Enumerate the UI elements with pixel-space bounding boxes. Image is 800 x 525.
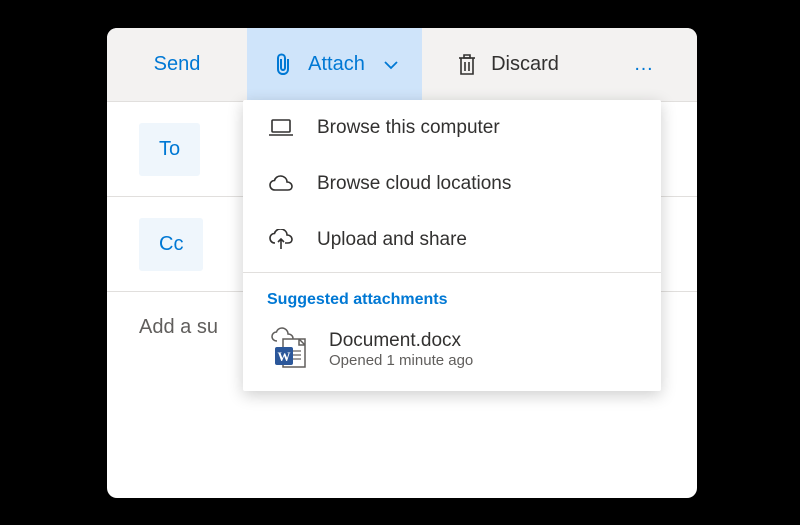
more-label: … (634, 53, 654, 76)
cc-label: Cc (159, 233, 183, 255)
browse-cloud-label: Browse cloud locations (317, 173, 511, 195)
attach-button[interactable]: Attach (247, 28, 422, 101)
compose-panel: Send Attach (107, 28, 697, 498)
word-cloud-file-icon: W (267, 327, 311, 371)
upload-share-item[interactable]: Upload and share (243, 212, 661, 268)
browse-computer-label: Browse this computer (317, 117, 500, 139)
cloud-icon (267, 170, 295, 198)
cc-button[interactable]: Cc (139, 218, 203, 271)
dropdown-divider (243, 272, 661, 273)
suggested-file-meta: Opened 1 minute ago (329, 352, 473, 369)
more-button[interactable]: … (590, 28, 697, 101)
cloud-upload-icon (267, 226, 295, 254)
trash-icon (453, 51, 481, 79)
suggested-text: Document.docx Opened 1 minute ago (329, 330, 473, 369)
suggested-file-name: Document.docx (329, 330, 473, 352)
chevron-down-icon (383, 53, 399, 76)
compose-toolbar: Send Attach (107, 28, 697, 102)
suggested-section-label: Suggested attachments (243, 277, 661, 319)
browse-computer-item[interactable]: Browse this computer (243, 100, 661, 156)
send-label: Send (154, 53, 201, 76)
discard-button[interactable]: Discard (422, 28, 590, 101)
browse-cloud-item[interactable]: Browse cloud locations (243, 156, 661, 212)
discard-label: Discard (491, 53, 559, 76)
to-button[interactable]: To (139, 123, 200, 176)
to-label: To (159, 138, 180, 160)
suggested-attachment-item[interactable]: W Document.docx Opened 1 minute ago (243, 319, 661, 391)
upload-share-label: Upload and share (317, 229, 467, 251)
laptop-icon (267, 114, 295, 142)
attach-label: Attach (308, 53, 365, 76)
attach-dropdown: Browse this computer Browse cloud locati… (243, 100, 661, 391)
paperclip-icon (270, 51, 298, 79)
send-button[interactable]: Send (107, 28, 247, 101)
svg-text:W: W (278, 349, 291, 364)
subject-placeholder: Add a su (139, 316, 218, 339)
